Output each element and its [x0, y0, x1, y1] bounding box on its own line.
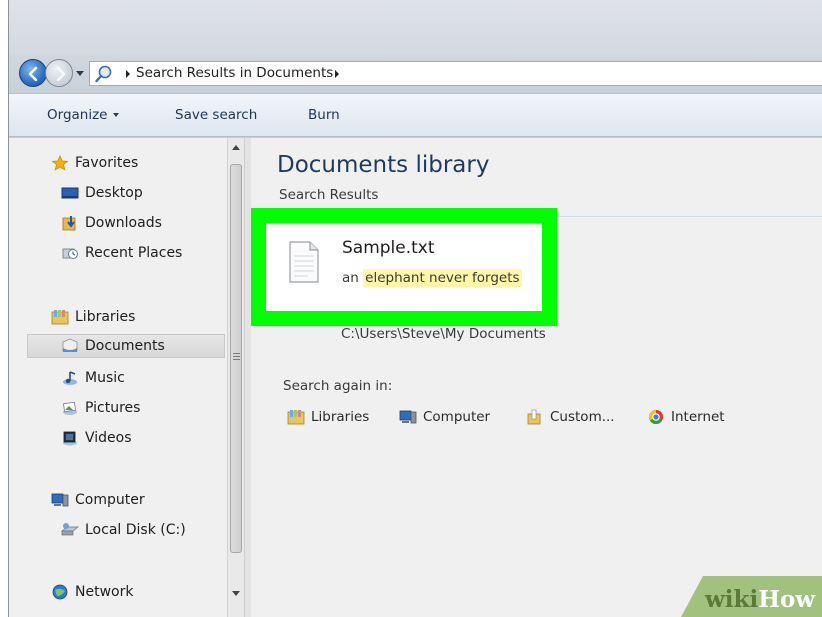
- sidebar-item-documents[interactable]: Documents: [27, 334, 225, 358]
- libraries-icon: [287, 410, 305, 425]
- address-location[interactable]: Search Results in Documents: [136, 65, 333, 81]
- sidebar-item-computer[interactable]: Computer: [51, 488, 145, 512]
- sidebar-item-label: Pictures: [85, 400, 141, 416]
- sidebar-item-label: Libraries: [75, 309, 136, 325]
- documents-icon: [62, 338, 78, 352]
- organize-label: Organize: [47, 107, 108, 123]
- arrow-left-icon: [28, 66, 38, 82]
- watermark-logo: wikiHow: [705, 586, 815, 613]
- sidebar-item-favorites[interactable]: Favorites: [51, 151, 138, 175]
- sidebar-item-label: Desktop: [85, 185, 143, 201]
- search-again-libraries[interactable]: Libraries: [287, 409, 369, 425]
- pane-divider[interactable]: [244, 138, 251, 617]
- back-button[interactable]: [19, 59, 47, 87]
- sidebar-item-desktop[interactable]: Desktop: [61, 181, 143, 205]
- search-again-label-text: Custom...: [550, 409, 615, 425]
- sidebar-item-videos[interactable]: Videos: [61, 426, 132, 450]
- sidebar-item-label: Downloads: [85, 215, 162, 231]
- downloads-icon: [62, 216, 76, 231]
- sidebar-item-music[interactable]: Music: [61, 366, 125, 390]
- grip-icon: [233, 353, 240, 361]
- search-again-label-text: Computer: [423, 409, 491, 425]
- search-again-label: Search again in:: [283, 378, 393, 394]
- pictures-icon: [63, 401, 77, 415]
- save-search-button[interactable]: Save search: [175, 107, 257, 123]
- page-subtitle: Search Results: [279, 187, 379, 203]
- search-again-internet[interactable]: Internet: [647, 409, 725, 425]
- result-snippet: an elephant never forgets: [342, 269, 522, 287]
- sidebar-item-recent-places[interactable]: Recent Places: [61, 241, 182, 265]
- navigation-pane: Favorites Desktop Downloads Recent Place…: [9, 138, 227, 617]
- snippet-match-highlight: elephant never forgets: [363, 269, 522, 287]
- watermark-wiki: wiki: [705, 586, 759, 613]
- result-file-path: C:\Users\Steve\My Documents: [341, 326, 546, 342]
- search-again-custom[interactable]: Custom...: [526, 409, 615, 425]
- sidebar-item-label: Recent Places: [85, 245, 183, 261]
- explorer-window: Search Results in Documents Organize Sav…: [8, 0, 822, 617]
- title-bar: [9, 0, 822, 55]
- green-highlight-frame: Sample.txt an elephant never forgets: [251, 208, 557, 326]
- desktop-icon: [61, 187, 79, 199]
- sidebar-item-downloads[interactable]: Downloads: [61, 211, 162, 235]
- text-file-icon: [289, 241, 319, 283]
- sidebar-item-libraries[interactable]: Libraries: [51, 305, 135, 329]
- search-again-computer[interactable]: Computer: [399, 409, 490, 425]
- page-title: Documents library: [277, 152, 490, 178]
- breadcrumb-arrow-icon[interactable]: [333, 69, 341, 79]
- main-pane: Documents library Search Results Sample.…: [251, 138, 822, 617]
- content-area: Favorites Desktop Downloads Recent Place…: [9, 138, 822, 617]
- navigation-bar: Search Results in Documents: [9, 55, 822, 93]
- forward-button[interactable]: [45, 59, 73, 87]
- sidebar-item-label: Favorites: [75, 155, 139, 171]
- result-file-name[interactable]: Sample.txt: [342, 238, 435, 258]
- scrollbar-thumb[interactable]: [230, 164, 242, 553]
- search-icon: [95, 65, 112, 83]
- sidebar-item-local-disk[interactable]: Local Disk (C:): [61, 518, 186, 542]
- address-bar[interactable]: Search Results in Documents: [89, 61, 822, 86]
- sidebar-item-label: Documents: [85, 338, 165, 354]
- custom-folder-icon: [527, 409, 541, 425]
- scroll-up-icon[interactable]: [232, 145, 240, 150]
- burn-button[interactable]: Burn: [308, 107, 340, 123]
- recent-places-icon: [62, 248, 78, 259]
- chrome-icon: [648, 409, 663, 425]
- organize-button[interactable]: Organize: [47, 107, 120, 123]
- network-icon: [52, 584, 68, 600]
- chevron-down-icon: [113, 113, 120, 117]
- computer-icon: [51, 493, 69, 507]
- sidebar-item-network[interactable]: Network: [51, 580, 133, 604]
- navigation-pane-scrollbar[interactable]: [227, 138, 244, 617]
- watermark-how: How: [758, 586, 816, 613]
- search-result-item[interactable]: Sample.txt an elephant never forgets: [266, 223, 542, 311]
- search-again-label-text: Internet: [671, 409, 725, 425]
- recent-pages-dropdown-icon[interactable]: [75, 68, 85, 78]
- sidebar-item-label: Music: [85, 370, 125, 386]
- music-icon: [63, 371, 77, 385]
- scroll-down-icon[interactable]: [232, 591, 240, 596]
- computer-icon: [399, 410, 417, 424]
- sidebar-item-pictures[interactable]: Pictures: [61, 396, 140, 420]
- sidebar-item-label: Network: [75, 584, 134, 600]
- hard-drive-icon: [61, 523, 79, 536]
- snippet-prefix: an: [342, 270, 359, 286]
- arrow-right-icon: [56, 66, 66, 82]
- sidebar-item-label: Computer: [75, 492, 145, 508]
- sidebar-item-label: Videos: [85, 430, 132, 446]
- command-toolbar: Organize Save search Burn: [9, 93, 822, 137]
- search-again-label-text: Libraries: [311, 409, 370, 425]
- breadcrumb-arrow-icon[interactable]: [124, 69, 132, 79]
- videos-icon: [63, 431, 77, 446]
- star-icon: [51, 155, 69, 171]
- sidebar-item-label: Local Disk (C:): [85, 522, 186, 538]
- libraries-icon: [51, 310, 69, 325]
